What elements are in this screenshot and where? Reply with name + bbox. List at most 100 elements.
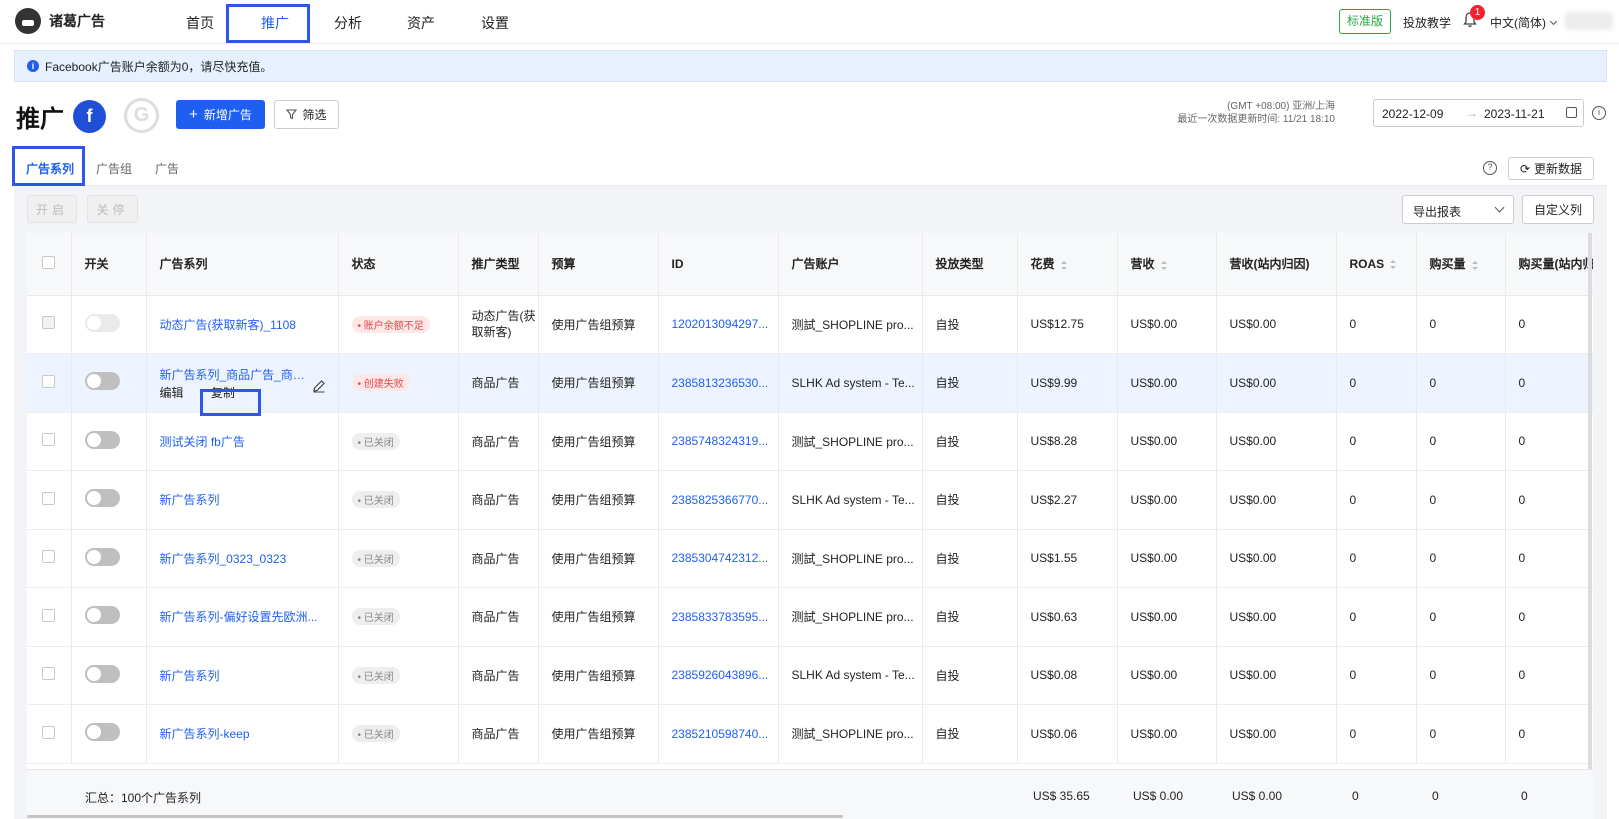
row-checkbox[interactable] xyxy=(42,433,55,447)
sort-icon[interactable] xyxy=(1060,260,1067,270)
revenue: US$0.00 xyxy=(1117,295,1217,354)
date-range-picker[interactable]: 2022-12-09 → 2023-11-21 xyxy=(1373,99,1584,127)
language-select[interactable]: 中文(简体) xyxy=(1490,14,1558,31)
campaign-id[interactable]: 2385210598740... xyxy=(658,704,779,764)
horizontal-scrollbar[interactable] xyxy=(27,815,843,818)
sort-icon[interactable] xyxy=(1390,260,1397,270)
balance-alert: i Facebook广告账户余额为0，请尽快充值。 xyxy=(14,50,1607,82)
date-start[interactable]: 2022-12-09 xyxy=(1382,107,1443,121)
budget: 使用广告组预算 xyxy=(538,646,659,705)
timezone-info: (GMT +08:00) 亚洲/上海 最近一次数据更新时间: 11/21 18:… xyxy=(1177,100,1335,126)
disable-button[interactable]: 关停 xyxy=(87,195,138,223)
info-circle-icon[interactable]: i xyxy=(1592,106,1606,120)
custom-columns-button[interactable]: 自定义列 xyxy=(1522,195,1594,224)
campaign-toggle[interactable] xyxy=(84,664,120,683)
status-badge: • 已关闭 xyxy=(351,608,400,626)
table-row[interactable]: 新广告系列-keep • 已关闭 商品广告 使用广告组预算 2385210598… xyxy=(27,704,1593,764)
ad-account: SLHK Ad system - Te... xyxy=(778,470,923,530)
refresh-data-button[interactable]: ⟳ 更新数据 xyxy=(1508,157,1594,180)
row-checkbox[interactable] xyxy=(42,316,55,330)
revenue: US$0.00 xyxy=(1117,529,1217,588)
campaign-id[interactable]: 2385833783595... xyxy=(658,587,779,647)
row-checkbox[interactable] xyxy=(42,608,55,622)
table-row[interactable]: 动态广告(获取新客)_1108 • 账户余额不足 动态广告(获取新客) 使用广告… xyxy=(27,295,1593,354)
campaign-toggle[interactable] xyxy=(84,372,120,391)
status-badge: • 已关闭 xyxy=(351,666,400,684)
edit-pencil-icon[interactable] xyxy=(312,379,326,393)
campaign-name-link[interactable]: 新广告系列_商品广告_商品... xyxy=(160,368,310,383)
nav-assets[interactable]: 资产 xyxy=(407,13,435,33)
status-badge: • 已关闭 xyxy=(351,491,400,509)
col-roas[interactable]: ROAS xyxy=(1336,233,1417,296)
filter-button[interactable]: 筛选 xyxy=(274,100,339,129)
plan-badge[interactable]: 标准版 xyxy=(1339,9,1392,34)
nav-settings[interactable]: 设置 xyxy=(481,13,509,33)
user-avatar[interactable] xyxy=(1565,12,1613,30)
nav-analysis[interactable]: 分析 xyxy=(334,13,362,33)
row-checkbox[interactable] xyxy=(42,725,55,739)
tab-ads[interactable]: 广告 xyxy=(155,160,179,177)
enable-button[interactable]: 开启 xyxy=(27,195,77,223)
add-ad-button[interactable]: + 新增广告 xyxy=(176,100,265,129)
row-checkbox[interactable] xyxy=(42,550,55,564)
campaign-name-link[interactable]: 新广告系列 xyxy=(146,470,339,530)
row-checkbox[interactable] xyxy=(42,667,55,681)
summary-spend: US$ 35.65 xyxy=(1033,789,1090,803)
campaign-id[interactable]: 2385813236530... xyxy=(658,353,779,413)
row-checkbox[interactable] xyxy=(42,491,55,505)
campaign-name-link[interactable]: 测试关闭 fb广告 xyxy=(146,412,339,471)
status-badge: • 账户余额不足 xyxy=(351,315,430,333)
campaign-toggle[interactable] xyxy=(84,489,120,508)
table-row[interactable]: 新广告系列-偏好设置先欧洲... • 已关闭 商品广告 使用广告组预算 2385… xyxy=(27,587,1593,647)
select-all-checkbox[interactable] xyxy=(42,255,55,269)
add-ad-label: 新增广告 xyxy=(203,108,252,122)
budget: 使用广告组预算 xyxy=(538,412,659,471)
campaign-name-link[interactable]: 动态广告(获取新客)_1108 xyxy=(146,295,339,354)
table-row[interactable]: 测试关闭 fb广告 • 已关闭 商品广告 使用广告组预算 23857483243… xyxy=(27,412,1593,471)
export-report-select[interactable]: 导出报表 xyxy=(1402,195,1514,224)
edit-action[interactable]: 编辑 xyxy=(160,386,184,400)
tab-adsets[interactable]: 广告组 xyxy=(96,160,132,177)
tutorial-link[interactable]: 投放教学 xyxy=(1403,14,1451,31)
app-logo[interactable]: 诸葛广告 xyxy=(15,8,105,34)
vertical-scrollbar[interactable] xyxy=(1588,233,1592,769)
table-row[interactable]: 新广告系列_0323_0323 • 已关闭 商品广告 使用广告组预算 23853… xyxy=(27,529,1593,588)
campaign-name-link[interactable]: 新广告系列-偏好设置先欧洲... xyxy=(146,587,339,647)
col-revenue[interactable]: 营收 xyxy=(1117,233,1217,296)
summary-purchases-attr: 0 xyxy=(1521,789,1528,803)
campaign-id[interactable]: 2385926043896... xyxy=(658,646,779,705)
campaign-id[interactable]: 2385825366770... xyxy=(658,470,779,530)
ad-account: 测試_SHOPLINE pro... xyxy=(778,412,923,471)
spend: US$12.75 xyxy=(1017,295,1118,354)
campaign-toggle[interactable] xyxy=(84,547,120,566)
campaign-name-link[interactable]: 新广告系列 xyxy=(146,646,339,705)
campaign-name-link[interactable]: 新广告系列_0323_0323 xyxy=(146,529,339,588)
table-row[interactable]: 新广告系列 • 已关闭 商品广告 使用广告组预算 2385825366770..… xyxy=(27,470,1593,530)
campaign-toggle[interactable] xyxy=(84,430,120,449)
date-end[interactable]: 2023-11-21 xyxy=(1484,107,1545,121)
campaign-toggle[interactable] xyxy=(84,723,120,742)
campaign-id[interactable]: 2385748324319... xyxy=(658,412,779,471)
calendar-icon xyxy=(1566,107,1577,118)
campaign-id[interactable]: 1202013094297... xyxy=(658,295,779,354)
campaign-toggle[interactable] xyxy=(84,606,120,625)
table-row[interactable]: 新广告系列 • 已关闭 商品广告 使用广告组预算 2385926043896..… xyxy=(27,646,1593,705)
purchases: 0 xyxy=(1416,295,1506,354)
summary-revenue: US$ 0.00 xyxy=(1133,789,1184,803)
campaign-name-link[interactable]: 新广告系列-keep xyxy=(146,704,339,764)
col-spend[interactable]: 花费 xyxy=(1017,233,1118,296)
nav-home[interactable]: 首页 xyxy=(186,13,214,33)
help-icon[interactable]: ? xyxy=(1483,161,1497,175)
sort-icon[interactable] xyxy=(1160,260,1167,270)
summary-revenue-attr: US$ 0.00 xyxy=(1232,789,1283,803)
status-text: 已关闭 xyxy=(363,554,394,566)
col-purchases[interactable]: 购买量 xyxy=(1416,233,1506,296)
google-icon[interactable]: G xyxy=(124,98,159,133)
campaign-toggle[interactable] xyxy=(84,313,120,332)
facebook-icon[interactable]: f xyxy=(73,100,106,133)
sort-icon[interactable] xyxy=(1471,260,1478,270)
table-row[interactable]: 新广告系列_商品广告_商品... 编辑 复制 • 创建失败 商品广告 使用广告组… xyxy=(27,353,1593,413)
campaign-id[interactable]: 2385304742312... xyxy=(658,529,779,588)
row-checkbox[interactable] xyxy=(42,374,55,388)
col-spend-label: 花费 xyxy=(1030,257,1055,272)
